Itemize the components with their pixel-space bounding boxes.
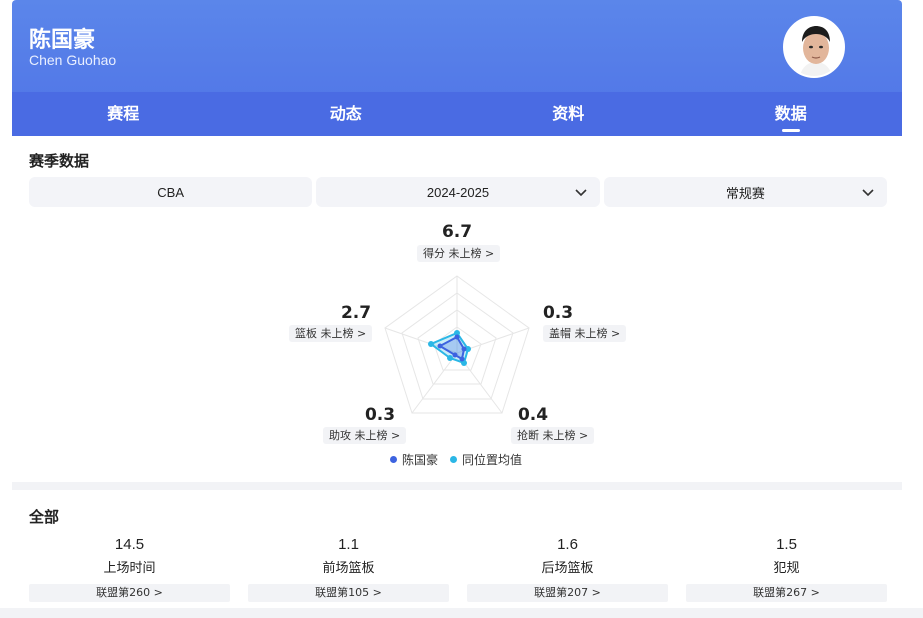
stat-rebounds-rank[interactable]: 篮板 未上榜 > — [289, 325, 373, 342]
stat-cell-offensive-rebounds: 1.1 前场篮板 联盟第105 > — [248, 536, 449, 602]
stat-cell-fouls: 1.5 犯规 联盟第267 > — [686, 536, 887, 602]
bottom-strip — [0, 608, 923, 618]
stat-points-rank[interactable]: 得分 未上榜 > — [417, 245, 501, 262]
stat-cell-rank[interactable]: 联盟第260 > — [29, 584, 230, 602]
player-page: 陈国豪 Chen Guohao 赛程 动态 资料 数据 赛季数据 CBA 202… — [0, 0, 923, 618]
stat-cell-value: 14.5 — [114, 536, 145, 553]
legend-average: 同位置均值 — [450, 451, 522, 468]
stat-steals-rank[interactable]: 抢断 未上榜 > — [511, 427, 595, 444]
stat-cell-label: 犯规 — [773, 561, 800, 576]
stat-assists-rank[interactable]: 助攻 未上榜 > — [323, 427, 407, 444]
radar-chart — [384, 275, 530, 414]
stat-points-value: 6.7 — [441, 222, 473, 242]
stat-steals-value: 0.4 — [517, 405, 549, 425]
stat-cell-value: 1.5 — [776, 536, 797, 553]
section-divider — [12, 482, 902, 490]
stat-rebounds-value: 2.7 — [340, 303, 372, 323]
stat-cell-label: 前场篮板 — [322, 561, 375, 576]
stat-assists-value: 0.3 — [364, 405, 396, 425]
stat-cell-value: 1.6 — [557, 536, 578, 553]
stat-cell-label: 后场篮板 — [541, 561, 594, 576]
stat-cell-defensive-rebounds: 1.6 后场篮板 联盟第207 > — [467, 536, 668, 602]
all-stats-grid: 14.5 上场时间 联盟第260 > 1.1 前场篮板 联盟第105 > 1.6… — [29, 536, 887, 602]
legend-player: 陈国豪 — [390, 451, 438, 468]
stat-cell-label: 上场时间 — [103, 561, 156, 576]
stat-blocks-rank[interactable]: 盖帽 未上榜 > — [543, 325, 627, 342]
stat-cell-rank[interactable]: 联盟第207 > — [467, 584, 668, 602]
stat-cell-value: 1.1 — [338, 536, 359, 553]
stat-cell-minutes: 14.5 上场时间 联盟第260 > — [29, 536, 230, 602]
radar-legend: 陈国豪 同位置均值 — [390, 451, 522, 468]
stat-cell-rank[interactable]: 联盟第105 > — [248, 584, 449, 602]
stat-cell-rank[interactable]: 联盟第267 > — [686, 584, 887, 602]
all-stats-title: 全部 — [29, 508, 60, 526]
stat-blocks-value: 0.3 — [542, 303, 574, 323]
